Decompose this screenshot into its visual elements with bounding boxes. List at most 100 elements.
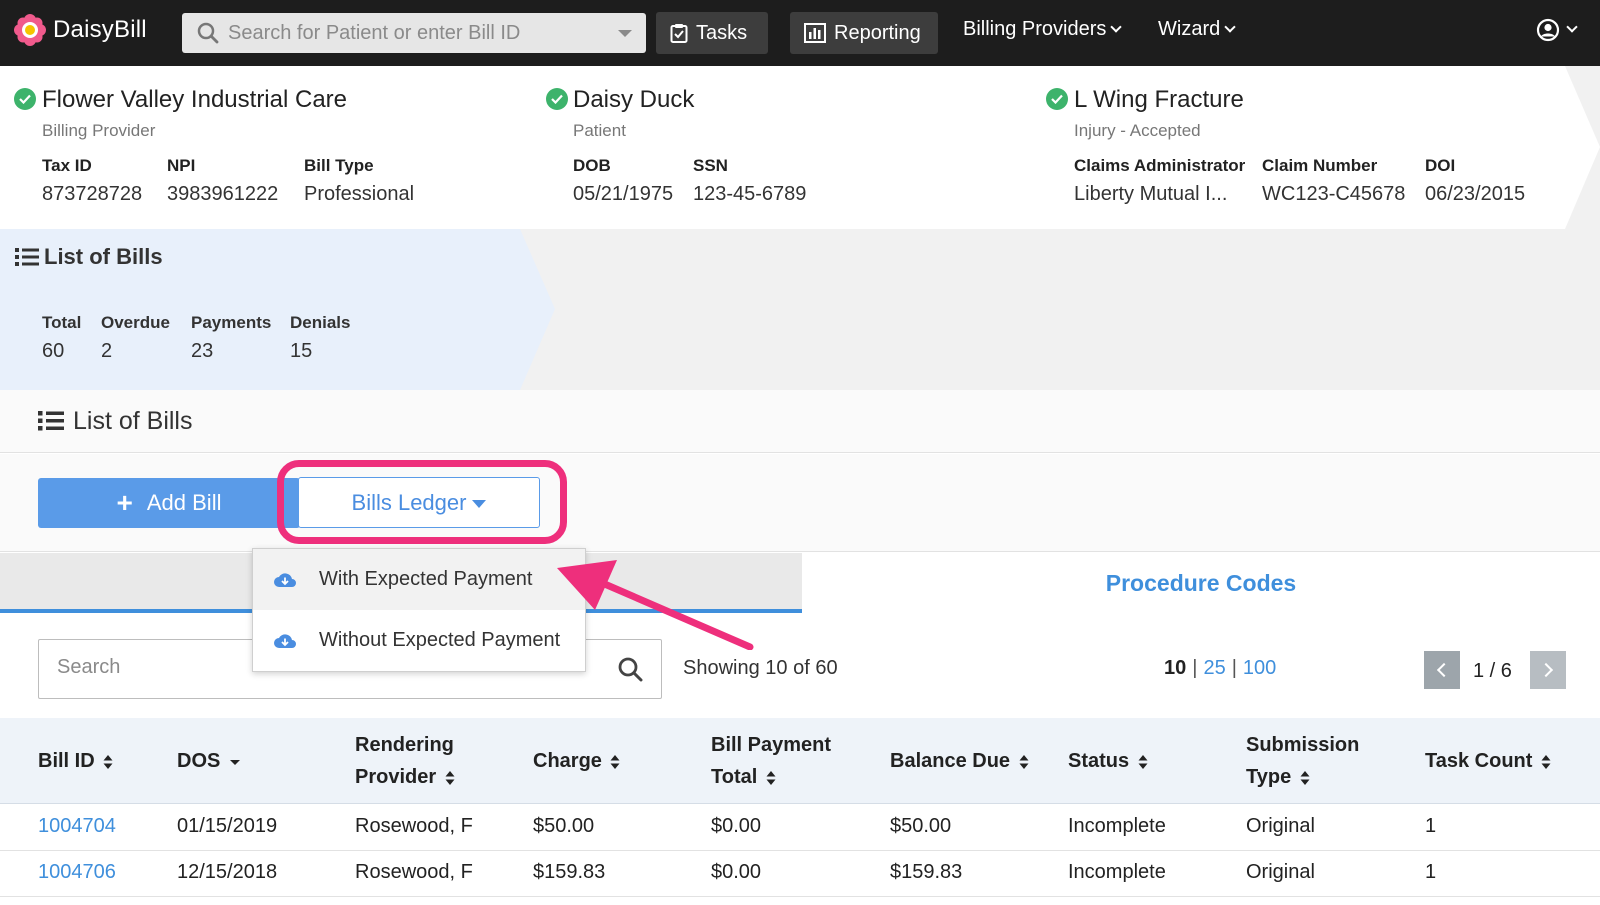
chevron-left-icon — [1436, 662, 1452, 678]
doi-value: 06/23/2015 — [1425, 183, 1526, 205]
payments-value: 23 — [191, 340, 214, 362]
column-label: DOS — [177, 750, 221, 772]
list-icon — [15, 247, 39, 272]
wizard-menu[interactable]: Wizard — [1158, 18, 1236, 41]
reporting-button[interactable]: Reporting — [790, 12, 938, 54]
tab-procedure-codes[interactable]: Procedure Codes — [802, 553, 1600, 613]
annotation-highlight-ring — [277, 460, 567, 544]
context-header: Flower Valley Industrial Care Billing Pr… — [0, 66, 1600, 229]
sort-icon — [1541, 754, 1551, 769]
patient-name: Daisy Duck — [573, 86, 695, 113]
bills-summary-panel[interactable]: List of Bills Total 60 Overdue 2 Payment… — [0, 229, 555, 390]
sort-icon — [1300, 770, 1310, 785]
doi-label: DOI — [1425, 156, 1456, 175]
balance-due-cell: $159.83 — [890, 861, 963, 883]
chevron-down-icon — [1224, 20, 1236, 33]
column-header-balance-due[interactable]: Balance Due — [890, 745, 1029, 777]
add-bill-button[interactable]: + Add Bill — [38, 478, 300, 528]
ssn-value: 123-45-6789 — [693, 183, 807, 205]
column-label: Task Count — [1425, 750, 1533, 772]
patient-role: Patient — [573, 121, 626, 140]
menu-item-without-expected-payment[interactable]: Without Expected Payment — [253, 610, 585, 671]
user-menu[interactable] — [1536, 18, 1578, 42]
overdue-label: Overdue — [101, 313, 170, 332]
injury-status: Injury - Accepted — [1074, 121, 1201, 140]
sort-icon — [1019, 754, 1029, 769]
billing-providers-label: Billing Providers — [963, 18, 1107, 40]
tax-id-label: Tax ID — [42, 156, 92, 175]
summary-title: List of Bills — [44, 244, 163, 269]
page-size-option[interactable]: 100 — [1243, 657, 1276, 680]
showing-count: Showing 10 of 60 — [683, 657, 838, 679]
column-header-rendering-provider[interactable]: Rendering Provider — [355, 729, 455, 793]
sort-icon — [1138, 754, 1148, 769]
dos-cell: 12/15/2018 — [177, 861, 278, 883]
menu-item-label: Without Expected Payment — [319, 629, 561, 651]
ssn-label: SSN — [693, 156, 728, 175]
table-row[interactable]: 1004704 01/15/2019 Rosewood, F $50.00 $0… — [0, 805, 1600, 851]
tax-id-value: 873728728 — [42, 183, 143, 205]
page-size-selector: 10 | 25 | 100 — [1164, 657, 1276, 680]
provider-role: Billing Provider — [42, 121, 156, 140]
claim-number-value: WC123-C45678 — [1262, 183, 1406, 205]
global-search[interactable] — [182, 13, 646, 53]
bills-toolbar: + Add Bill Bills Ledger — [0, 454, 1600, 552]
billing-providers-menu[interactable]: Billing Providers — [963, 18, 1123, 41]
claims-admin-value: Liberty Mutual I... — [1074, 183, 1228, 205]
page-indicator: 1 / 6 — [1473, 660, 1512, 682]
search-dropdown-caret-icon[interactable] — [618, 30, 632, 37]
npi-label: NPI — [167, 156, 196, 175]
next-page-button[interactable] — [1530, 651, 1566, 689]
column-header-bill-id[interactable]: Bill ID — [38, 745, 113, 777]
rendering-provider-cell: Rosewood, F — [355, 815, 473, 837]
sort-icon — [766, 770, 776, 785]
sort-icon — [610, 754, 620, 769]
section-header: List of Bills — [0, 390, 1600, 453]
tasks-label: Tasks — [696, 21, 748, 44]
dob-value: 05/21/1975 — [573, 183, 674, 205]
menu-item-with-expected-payment[interactable]: With Expected Payment — [253, 549, 585, 610]
column-header-task-count[interactable]: Task Count — [1425, 745, 1551, 777]
balance-due-cell: $50.00 — [890, 815, 952, 837]
task-count-cell: 1 — [1425, 861, 1437, 883]
billing-provider-panel[interactable]: Flower Valley Industrial Care Billing Pr… — [0, 66, 545, 229]
claim-number-label: Claim Number — [1262, 156, 1378, 175]
summary-area: List of Bills Total 60 Overdue 2 Payment… — [0, 229, 1600, 390]
bill-id-link[interactable]: 1004704 — [38, 815, 116, 838]
daisybill-logo[interactable]: DaisyBill — [14, 14, 147, 46]
table-header: Bill ID DOS Rendering Provider Charge Bi… — [0, 718, 1600, 804]
section-title: List of Bills — [73, 407, 193, 435]
check-circle-icon — [1046, 88, 1068, 110]
daisy-flower-icon — [14, 14, 46, 46]
search-icon[interactable] — [617, 656, 643, 687]
column-label: Bill Payment — [711, 734, 832, 756]
claims-admin-label: Claims Administrator — [1074, 156, 1246, 175]
page-size-option[interactable]: 25 — [1203, 657, 1225, 680]
cloud-download-icon — [274, 633, 296, 648]
dos-cell: 01/15/2019 — [177, 815, 278, 837]
check-circle-icon — [14, 88, 36, 110]
global-search-input[interactable] — [228, 21, 608, 45]
add-bill-label: Add Bill — [146, 490, 222, 515]
patient-panel[interactable]: Daisy Duck Patient DOB 05/21/1975 SSN 12… — [508, 66, 1048, 229]
injury-panel[interactable]: L Wing Fracture Injury - Accepted Claims… — [1010, 66, 1600, 229]
column-label: Type — [1246, 766, 1292, 788]
tasks-button[interactable]: Tasks — [656, 12, 768, 54]
prev-page-button[interactable] — [1424, 651, 1460, 689]
page-size-option[interactable]: 10 — [1164, 657, 1186, 680]
bills-ledger-dropdown: With Expected Payment Without Expected P… — [252, 548, 586, 672]
column-header-charge[interactable]: Charge — [533, 745, 620, 777]
table-row[interactable]: 1004706 12/15/2018 Rosewood, F $159.83 $… — [0, 851, 1600, 897]
clipboard-icon — [670, 24, 688, 43]
tab-bar: Procedure Codes — [0, 553, 1600, 613]
column-header-bill-payment-total[interactable]: Bill Payment Total — [711, 729, 831, 793]
sort-icon — [445, 770, 455, 785]
column-label: Balance Due — [890, 750, 1011, 772]
column-header-submission-type[interactable]: Submission Type — [1246, 729, 1359, 793]
npi-value: 3983961222 — [167, 183, 279, 205]
denials-label: Denials — [290, 313, 351, 332]
column-header-status[interactable]: Status — [1068, 745, 1148, 777]
column-header-dos[interactable]: DOS — [177, 745, 241, 777]
task-count-cell: 1 — [1425, 815, 1437, 837]
bill-id-link[interactable]: 1004706 — [38, 861, 116, 884]
